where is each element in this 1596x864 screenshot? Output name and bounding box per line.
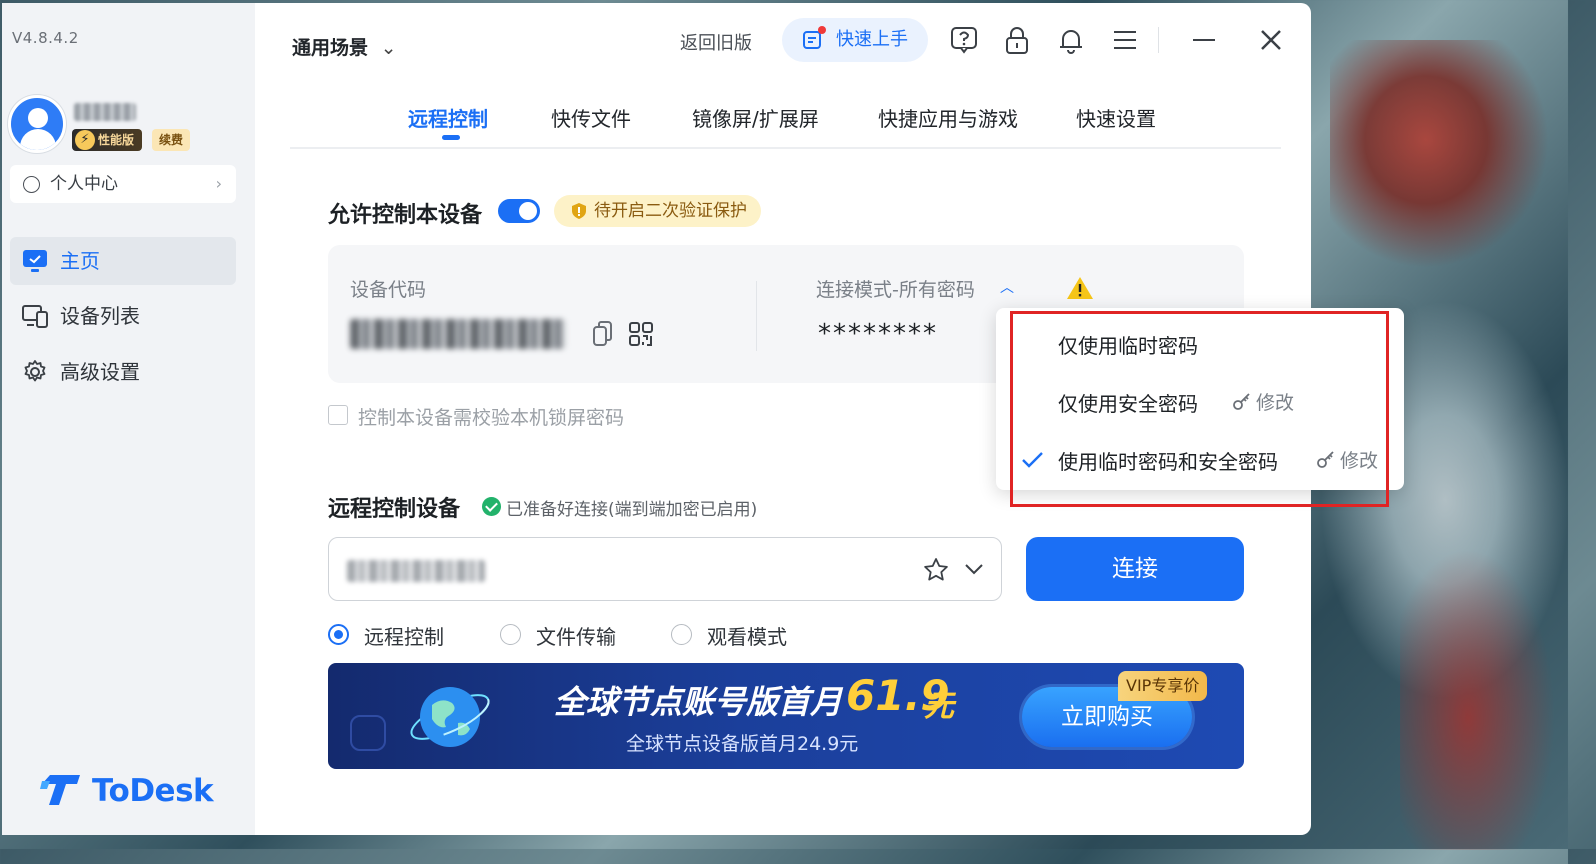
personal-center-label: 个人中心: [50, 174, 118, 194]
puzzle-icon: [350, 715, 386, 751]
mode-label: 文件传输: [536, 625, 616, 649]
menu-item-security-password-only[interactable]: 仅使用安全密码: [1058, 388, 1198, 417]
globe-icon: [410, 687, 490, 747]
shield-icon: [572, 203, 586, 219]
remote-device-input-box: [328, 537, 1002, 601]
lock-screen-check[interactable]: 控制本设备需校验本机锁屏密码: [328, 403, 624, 430]
allow-control-title: 允许控制本设备: [328, 203, 483, 228]
promo-main-text: 全球节点账号版首月: [554, 683, 843, 721]
performance-badge: ⚡ 性能版: [72, 129, 143, 151]
quick-start-label: 快速上手: [836, 29, 908, 50]
mode-remote-control-radio[interactable]: 远程控制: [328, 621, 444, 650]
checkmark-icon: [1022, 452, 1043, 468]
allow-control-toggle[interactable]: [498, 199, 540, 223]
menu-item-temp-password-only[interactable]: 仅使用临时密码: [1058, 330, 1198, 359]
password-mask: ********: [818, 319, 938, 349]
lock-screen-check-label: 控制本设备需校验本机锁屏密码: [358, 407, 625, 429]
bolt-icon: ⚡: [75, 130, 95, 150]
tab-mirror-extend-screen[interactable]: 镜像屏/扩展屏: [692, 103, 819, 132]
two-factor-warning[interactable]: 待开启二次验证保护: [554, 195, 761, 227]
performance-badge-label: 性能版: [98, 133, 135, 147]
two-factor-warning-label: 待开启二次验证保护: [594, 201, 747, 221]
warning-icon: [1067, 277, 1093, 299]
sidebar-item-label: 主页: [60, 249, 100, 273]
edit-security-password-link[interactable]: 修改: [1316, 446, 1378, 473]
remote-control-title: 远程控制设备: [328, 497, 461, 522]
notification-dot: [818, 26, 826, 34]
device-code-redacted: [350, 319, 566, 349]
devices-icon: [22, 305, 48, 328]
promo-unit: 元: [924, 689, 954, 724]
monitor-icon: [23, 250, 47, 272]
card-divider: [756, 281, 757, 351]
avatar[interactable]: [8, 95, 66, 153]
star-icon[interactable]: [923, 557, 949, 583]
connection-status: 已准备好连接(端到端加密已启用): [482, 495, 757, 520]
promo-sub-text: 全球节点设备版首月24.9元: [626, 733, 859, 755]
device-code-label: 设备代码: [350, 279, 427, 301]
key-icon: [1317, 451, 1334, 468]
edit-label: 修改: [1256, 392, 1295, 414]
renew-badge[interactable]: 续费: [152, 129, 191, 151]
personal-center-button[interactable]: 个人中心 ›: [10, 165, 236, 203]
check-circle-icon: [482, 497, 501, 516]
todesk-logo-icon: [40, 775, 80, 805]
background-art: [1400, 520, 1570, 850]
gear-icon: [24, 360, 46, 382]
logo-text: ToDesk: [92, 773, 214, 809]
chevron-right-icon: ›: [215, 174, 222, 193]
tab-quick-settings[interactable]: 快速设置: [1076, 103, 1156, 132]
remote-code-redacted: [347, 560, 485, 582]
scene-dropdown[interactable]: 通用场景 ⌄: [292, 33, 397, 60]
active-tab-indicator: [442, 135, 460, 140]
connection-status-label: 已准备好连接(端到端加密已启用): [506, 500, 758, 520]
radio-button[interactable]: [500, 624, 521, 645]
minimize-icon[interactable]: [1193, 39, 1215, 41]
connection-mode-menu: 仅使用临时密码 仅使用安全密码 修改 使用临时密码和安全密码 修改: [996, 308, 1404, 490]
sidebar-item-advanced-settings[interactable]: 高级设置: [10, 348, 236, 396]
radio-button[interactable]: [328, 624, 349, 645]
help-icon[interactable]: [949, 25, 979, 55]
tab-remote-control[interactable]: 远程控制: [408, 103, 488, 132]
header-divider: [1158, 27, 1159, 53]
background-art: [1330, 40, 1570, 290]
lock-icon[interactable]: [1002, 25, 1032, 55]
back-to-old-version-link[interactable]: 返回旧版: [680, 29, 752, 55]
menu-icon[interactable]: [1110, 25, 1140, 55]
qr-code-icon[interactable]: [628, 321, 654, 347]
edit-security-password-link[interactable]: 修改: [1232, 388, 1294, 415]
sidebar-item-device-list[interactable]: 设备列表: [10, 292, 236, 340]
promo-banner[interactable]: 全球节点账号版首月 61.9 元 全球节点设备版首月24.9元 立即购买 VIP…: [328, 663, 1244, 769]
copy-icon[interactable]: [592, 319, 614, 349]
connection-mode-dropdown[interactable]: 连接模式-所有密码: [816, 275, 975, 302]
user-icon: [23, 176, 40, 193]
sidebar-item-home[interactable]: 主页: [10, 237, 236, 285]
radio-button[interactable]: [671, 624, 692, 645]
chevron-down-icon: ⌄: [380, 37, 397, 59]
connect-button[interactable]: 连接: [1026, 537, 1244, 601]
sidebar-item-label: 高级设置: [60, 360, 140, 384]
key-icon: [1233, 393, 1250, 410]
mode-file-transfer-radio[interactable]: 文件传输: [500, 621, 616, 650]
tab-quick-apps-games[interactable]: 快捷应用与游戏: [878, 103, 1018, 132]
main-tabs: 远程控制 快传文件 镜像屏/扩展屏 快捷应用与游戏 快速设置: [290, 99, 1281, 149]
mode-watch-radio[interactable]: 观看模式: [671, 621, 787, 650]
scene-label: 通用场景: [292, 37, 369, 59]
username-redacted: [74, 103, 136, 121]
menu-item-temp-and-security-password[interactable]: 使用临时密码和安全密码: [1058, 446, 1278, 475]
vip-price-tag: VIP专享价: [1118, 671, 1208, 701]
sidebar-item-label: 设备列表: [60, 304, 140, 328]
bell-icon[interactable]: [1056, 25, 1086, 55]
chevron-down-icon[interactable]: [963, 560, 985, 578]
version-label: V4.8.4.2: [12, 29, 79, 47]
quick-start-button[interactable]: 快速上手: [782, 18, 928, 62]
mode-label: 观看模式: [707, 625, 787, 649]
chevron-up-icon[interactable]: ︿: [1000, 277, 1014, 297]
mode-label: 远程控制: [364, 625, 444, 649]
tab-quick-file[interactable]: 快传文件: [551, 103, 631, 132]
sidebar: V4.8.4.2 ⚡ 性能版 续费 个人中心 › 主页 设备列表 高级设置 To…: [2, 3, 255, 835]
close-icon[interactable]: [1256, 25, 1286, 55]
edit-label: 修改: [1340, 450, 1379, 472]
checkbox[interactable]: [328, 405, 348, 425]
